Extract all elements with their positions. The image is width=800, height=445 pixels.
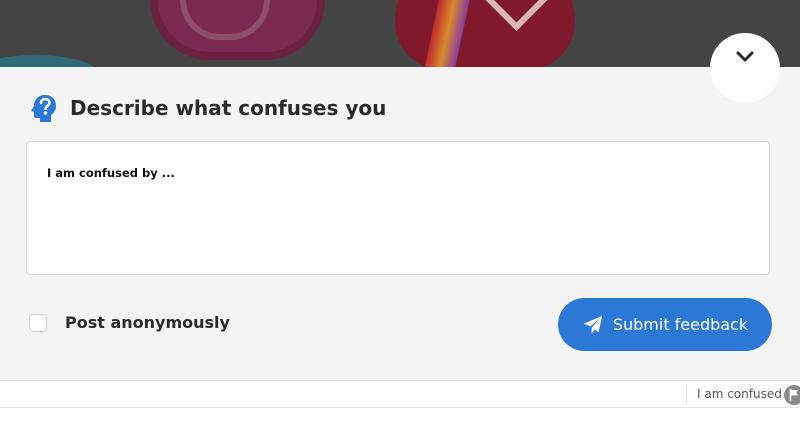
background-art-heart	[150, 0, 325, 60]
submit-feedback-button[interactable]: Submit feedback	[558, 298, 772, 351]
post-anonymously-label[interactable]: Post anonymously	[65, 313, 230, 332]
feedback-panel: Describe what confuses you Post anonymou…	[0, 67, 800, 380]
panel-title: Describe what confuses you	[70, 96, 387, 120]
submit-feedback-label: Submit feedback	[612, 315, 749, 334]
anonymous-option: Post anonymously	[29, 313, 230, 332]
feedback-textarea-container	[26, 141, 770, 275]
i-am-confused-link[interactable]: I am confused	[697, 387, 782, 401]
collapse-panel-button[interactable]	[710, 33, 780, 103]
paper-plane-icon	[583, 315, 602, 334]
question-head-icon	[31, 95, 56, 122]
footer-divider	[686, 385, 687, 405]
background-artwork	[0, 0, 800, 67]
panel-header: Describe what confuses you	[28, 92, 386, 124]
flag-icon[interactable]	[784, 385, 800, 405]
background-art-shield	[395, 0, 575, 67]
background-art-shape	[0, 55, 100, 67]
feedback-textarea[interactable]	[47, 166, 749, 250]
chevron-down-icon	[736, 51, 754, 62]
footer-bar: I am confused	[0, 380, 800, 408]
post-anonymously-checkbox[interactable]	[29, 313, 47, 332]
